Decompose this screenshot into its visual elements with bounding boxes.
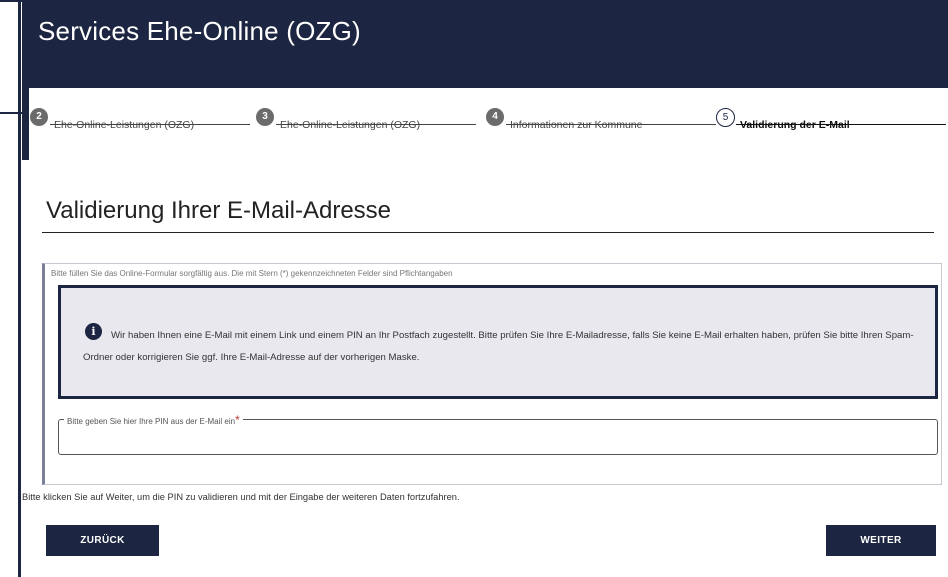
title-divider <box>42 232 934 233</box>
progress-stepper: 2 Ehe-Online-Leistungen (OZG) 3 Ehe-Onli… <box>30 88 948 158</box>
form-hint: Bitte füllen Sie das Online-Formular sor… <box>51 269 453 278</box>
pin-field: Bitte geben Sie hier Ihre PIN aus der E-… <box>58 413 938 455</box>
info-message: Wir haben Ihnen eine E-Mail mit einem Li… <box>83 330 914 363</box>
instruction-text: Bitte klicken Sie auf Weiter, um die PIN… <box>22 492 460 502</box>
step-number: 2 <box>30 108 48 126</box>
page-title: Validierung Ihrer E-Mail-Adresse <box>46 197 392 224</box>
step-label: Ehe-Online-Leistungen (OZG) <box>54 119 195 131</box>
info-box: i Wir haben Ihnen eine E-Mail mit einem … <box>58 285 938 399</box>
app-title: Services Ehe-Online (OZG) <box>38 16 361 46</box>
step-number: 5 <box>716 108 735 127</box>
step-label: Validierung der E-Mail <box>740 119 850 131</box>
step-label: Ehe-Online-Leistungen (OZG) <box>280 119 421 131</box>
left-border-strip <box>18 0 21 577</box>
pin-input[interactable] <box>61 424 935 452</box>
step-number: 3 <box>256 108 274 126</box>
step-number: 4 <box>486 108 504 126</box>
back-button[interactable]: ZURÜCK <box>46 525 159 556</box>
app-header: Services Ehe-Online (OZG) <box>22 0 948 88</box>
next-button[interactable]: WEITER <box>826 525 936 556</box>
form-card: Bitte füllen Sie das Online-Formular sor… <box>42 263 942 485</box>
step-label: Informationen zur Kommune <box>510 119 643 131</box>
